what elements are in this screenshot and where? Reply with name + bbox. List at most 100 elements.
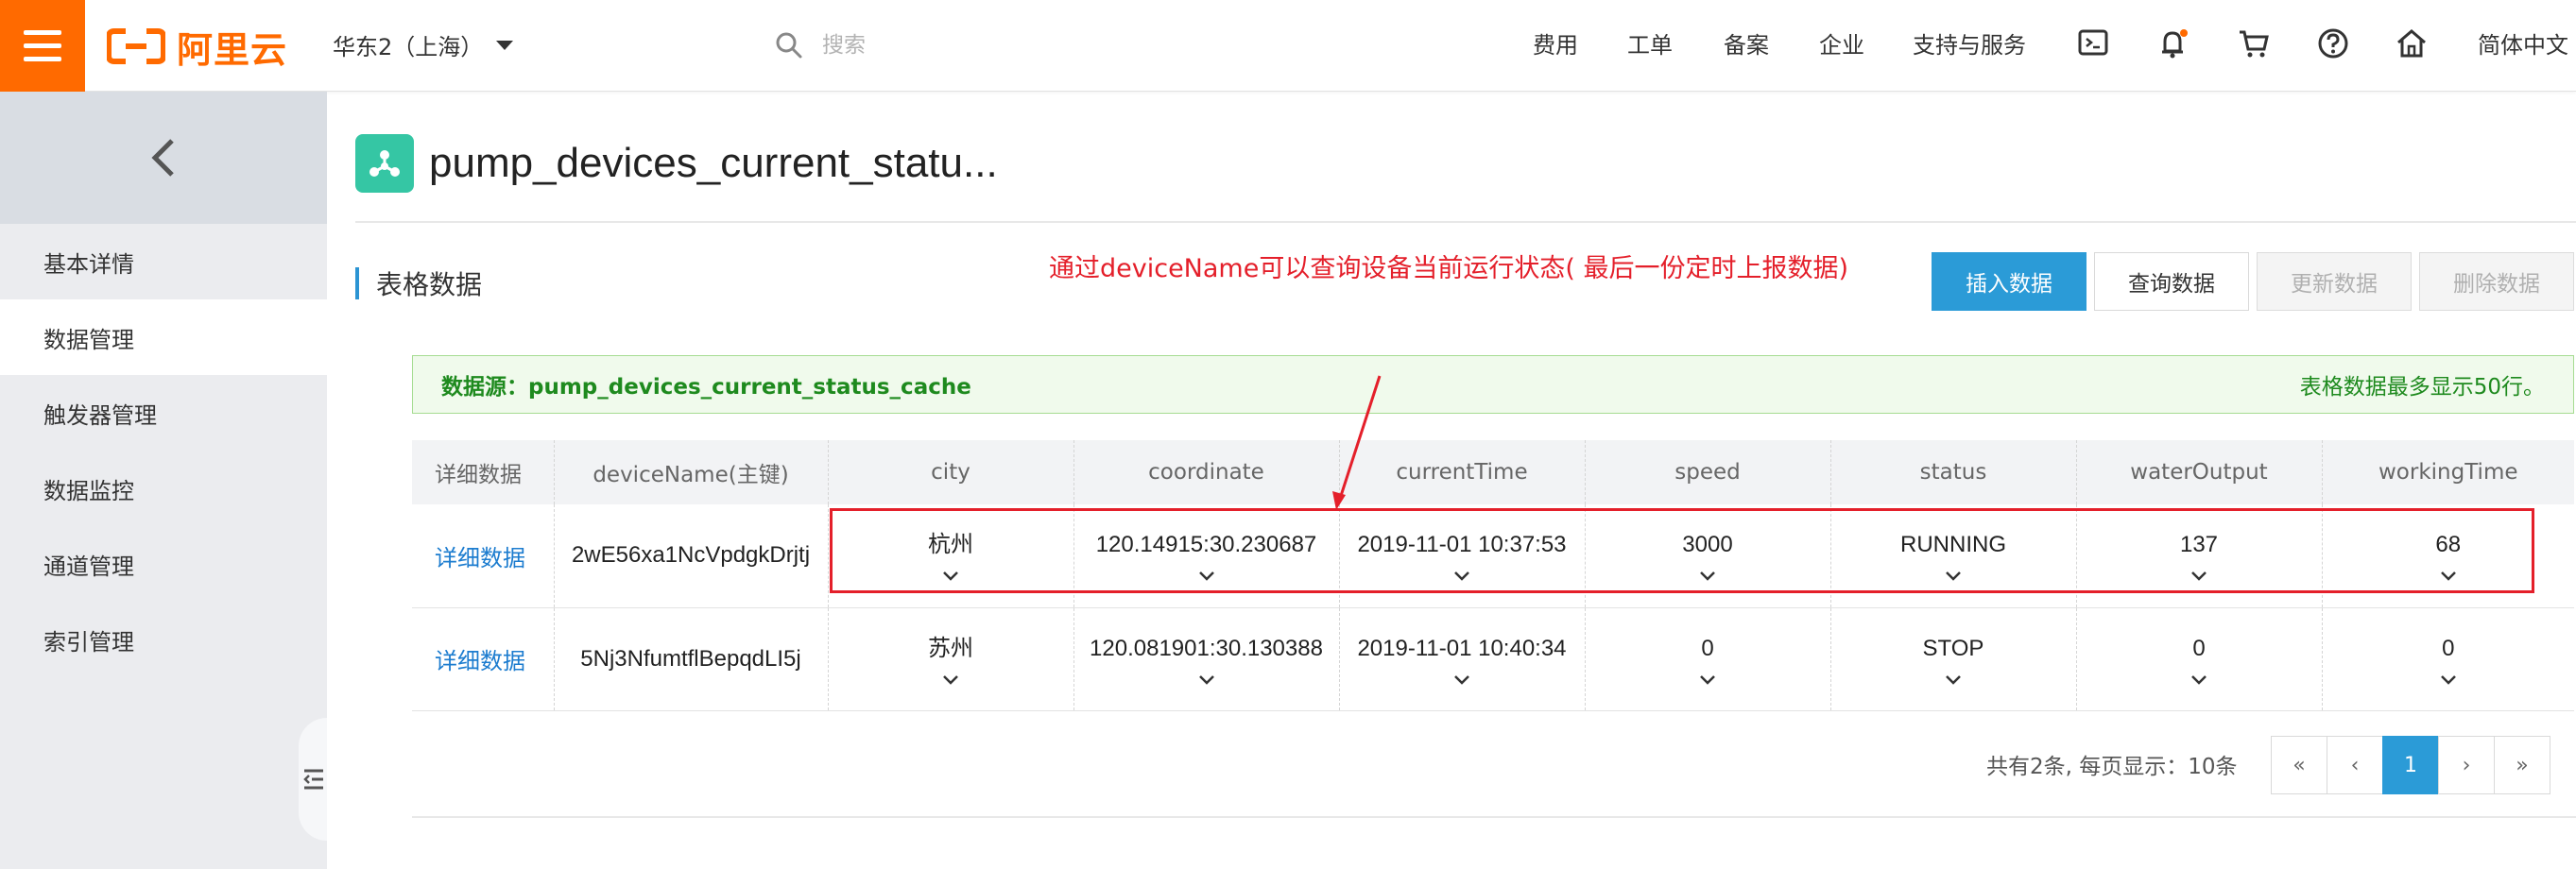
chevron-down-icon[interactable] bbox=[1075, 562, 1338, 582]
caret-down-icon bbox=[496, 40, 514, 50]
annotation-text: 通过deviceName可以查询设备当前运行状态( 最后一份定时上报数据) bbox=[1049, 254, 1848, 283]
delete-data-button[interactable]: 删除数据 bbox=[2419, 252, 2574, 311]
column-header[interactable]: speed bbox=[1584, 440, 1830, 504]
working-time-cell: 68 bbox=[2435, 532, 2462, 558]
sidebar-item-basic-details[interactable]: 基本详情 bbox=[0, 224, 327, 299]
chevron-down-icon[interactable] bbox=[1341, 562, 1584, 582]
last-page-button[interactable]: » bbox=[2494, 736, 2550, 794]
column-header[interactable]: coordinate bbox=[1073, 440, 1339, 504]
nav-tickets[interactable]: 工单 bbox=[1627, 26, 1673, 60]
table-row: 详细数据 5Nj3NfumtflBepqdLI5j 苏州 120.081901:… bbox=[412, 607, 2574, 711]
sidebar-item-trigger-management[interactable]: 触发器管理 bbox=[0, 375, 327, 451]
search-bar bbox=[775, 26, 1266, 64]
terminal-icon[interactable] bbox=[2077, 26, 2109, 59]
chevron-down-icon[interactable] bbox=[2078, 666, 2321, 685]
coordinate-cell: 120.081901:30.130388 bbox=[1090, 635, 1323, 661]
city-cell: 杭州 bbox=[928, 532, 973, 558]
column-header[interactable]: deviceName(主键) bbox=[553, 440, 828, 504]
water-output-cell: 137 bbox=[2179, 532, 2219, 558]
chevron-down-icon[interactable] bbox=[1832, 562, 2075, 582]
nav-icp-filing[interactable]: 备案 bbox=[1724, 26, 1769, 60]
region-label: 华东2（上海） bbox=[333, 34, 484, 60]
top-bar: 阿里云 华东2（上海） 费用 工单 备案 企业 支持与服务 bbox=[0, 0, 2576, 92]
search-icon[interactable] bbox=[775, 31, 803, 60]
nav-billing[interactable]: 费用 bbox=[1533, 26, 1578, 60]
column-header[interactable]: status bbox=[1829, 440, 2076, 504]
chevron-down-icon[interactable] bbox=[1832, 666, 2075, 685]
chevron-down-icon[interactable] bbox=[1587, 562, 1829, 582]
search-input[interactable] bbox=[820, 32, 1236, 59]
column-header[interactable]: city bbox=[827, 440, 1073, 504]
aliyun-logo[interactable]: 阿里云 bbox=[107, 23, 288, 71]
sidebar-item-label: 索引管理 bbox=[43, 628, 134, 656]
sidebar-item-data-monitoring[interactable]: 数据监控 bbox=[0, 451, 327, 526]
insert-data-button[interactable]: 插入数据 bbox=[1932, 252, 2087, 311]
home-icon[interactable] bbox=[2395, 26, 2429, 60]
current-time-cell: 2019-11-01 10:40:34 bbox=[1357, 635, 1567, 661]
aliyun-logo-icon bbox=[107, 28, 165, 64]
chevron-down-icon[interactable] bbox=[830, 562, 1073, 582]
speed-cell: 3000 bbox=[1682, 532, 1733, 558]
prev-page-button[interactable]: ‹ bbox=[2327, 736, 2383, 794]
chevron-down-icon[interactable] bbox=[1587, 666, 1829, 685]
sidebar-item-data-management[interactable]: 数据管理 bbox=[0, 299, 327, 375]
chevron-down-icon[interactable] bbox=[1075, 666, 1338, 685]
logo-text: 阿里云 bbox=[177, 28, 288, 71]
working-time-cell: 0 bbox=[2442, 635, 2455, 661]
table-header-row: 详细数据 deviceName(主键) city coordinate curr… bbox=[412, 440, 2574, 504]
page-header: pump_devices_current_statu... bbox=[355, 134, 998, 193]
data-source-notice: 数据源：pump_devices_current_status_cache 表格… bbox=[412, 355, 2574, 414]
nav-support[interactable]: 支持与服务 bbox=[1913, 26, 2026, 60]
sidebar-item-channel-management[interactable]: 通道管理 bbox=[0, 526, 327, 602]
back-button[interactable] bbox=[0, 92, 327, 224]
update-data-button[interactable]: 更新数据 bbox=[2257, 252, 2412, 311]
region-selector[interactable]: 华东2（上海） bbox=[333, 28, 514, 61]
next-page-button[interactable]: › bbox=[2438, 736, 2495, 794]
sidebar-item-index-management[interactable]: 索引管理 bbox=[0, 602, 327, 677]
chevron-down-icon[interactable] bbox=[2078, 562, 2321, 582]
status-cell: STOP bbox=[1922, 635, 1984, 661]
help-icon[interactable] bbox=[2316, 26, 2350, 60]
chevron-down-icon[interactable] bbox=[2324, 666, 2574, 685]
chevron-left-icon bbox=[151, 139, 174, 177]
query-data-button[interactable]: 查询数据 bbox=[2094, 252, 2249, 311]
device-name-cell: 2wE56xa1NcVpdgkDrjtj bbox=[571, 542, 811, 569]
page-title: pump_devices_current_statu... bbox=[429, 140, 998, 186]
column-header[interactable]: currentTime bbox=[1338, 440, 1585, 504]
device-name-cell: 5Nj3NfumtflBepqdLI5j bbox=[580, 645, 801, 672]
column-header: 详细数据 bbox=[412, 440, 554, 504]
divider bbox=[412, 816, 2576, 818]
detail-link[interactable]: 详细数据 bbox=[435, 648, 525, 674]
language-switcher[interactable]: 简体中文 bbox=[2478, 26, 2568, 60]
data-source-label: 数据源：pump_devices_current_status_cache bbox=[441, 375, 971, 400]
sidebar-collapse-button[interactable] bbox=[299, 718, 327, 841]
cart-icon[interactable] bbox=[2237, 26, 2271, 60]
pagination: « ‹ 1 › » bbox=[2271, 736, 2550, 794]
detail-link[interactable]: 详细数据 bbox=[435, 545, 525, 571]
section-title: 表格数据 bbox=[355, 267, 482, 300]
data-service-icon bbox=[355, 134, 414, 193]
first-page-button[interactable]: « bbox=[2271, 736, 2327, 794]
sidebar-item-label: 触发器管理 bbox=[43, 401, 157, 429]
water-output-cell: 0 bbox=[2192, 635, 2206, 661]
row-limit-note: 表格数据最多显示50行。 bbox=[2299, 375, 2545, 400]
column-header[interactable]: workingTime bbox=[2321, 440, 2574, 504]
current-time-cell: 2019-11-01 10:37:53 bbox=[1357, 532, 1567, 558]
collapse-icon bbox=[303, 769, 323, 790]
sidebar: 基本详情 数据管理 触发器管理 数据监控 通道管理 索引管理 bbox=[0, 92, 327, 869]
sidebar-item-label: 通道管理 bbox=[43, 553, 134, 580]
speed-cell: 0 bbox=[1701, 635, 1714, 661]
chevron-down-icon[interactable] bbox=[1341, 666, 1584, 685]
city-cell: 苏州 bbox=[928, 635, 973, 661]
chevron-down-icon[interactable] bbox=[2324, 562, 2574, 582]
nav-enterprise[interactable]: 企业 bbox=[1819, 26, 1864, 60]
notification-bell-icon[interactable] bbox=[2156, 26, 2190, 60]
table-row: 详细数据 2wE56xa1NcVpdgkDrjtj 杭州 120.14915:3… bbox=[412, 504, 2574, 608]
data-table: 详细数据 deviceName(主键) city coordinate curr… bbox=[412, 440, 2574, 711]
column-header[interactable]: waterOutput bbox=[2075, 440, 2322, 504]
coordinate-cell: 120.14915:30.230687 bbox=[1095, 532, 1317, 558]
main-content: pump_devices_current_statu... 表格数据 插入数据 … bbox=[327, 92, 2576, 869]
page-button-current[interactable]: 1 bbox=[2382, 736, 2439, 794]
chevron-down-icon[interactable] bbox=[830, 666, 1073, 685]
hamburger-menu-icon[interactable] bbox=[0, 0, 85, 92]
